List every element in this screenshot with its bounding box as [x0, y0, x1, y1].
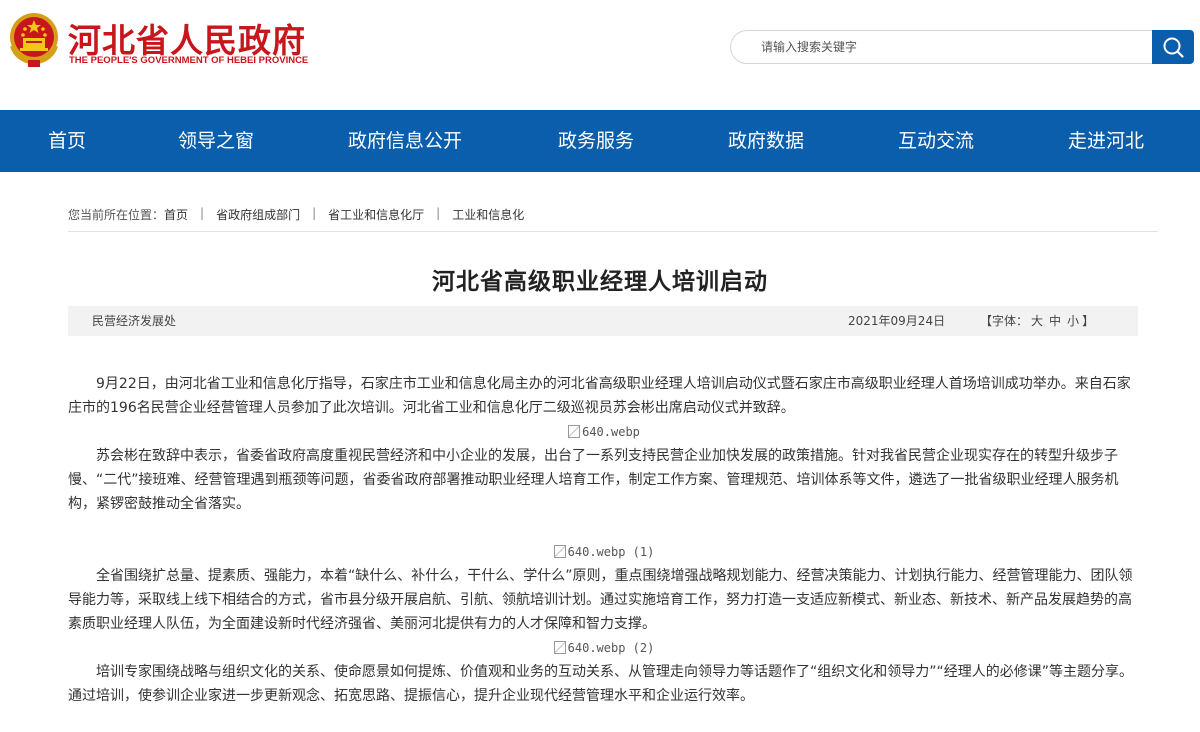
breadcrumb-industry-it[interactable]: 工业和信息化: [452, 206, 524, 223]
site-logo[interactable]: 河北省人民政府 THE PEOPLE'S GOVERNMENT OF HEBEI…: [6, 10, 308, 70]
article-source: 民营经济发展处: [92, 314, 177, 328]
article-paragraph: 全省围绕扩总量、提素质、强能力，本着“缺什么、补什么，干什么、学什么”原则，重点…: [68, 568, 1133, 632]
font-size-switcher: 【字体：大中小】: [980, 306, 1094, 336]
breadcrumb-departments[interactable]: 省政府组成部门: [216, 206, 300, 223]
image-alt-text: 640.webp (1): [567, 545, 655, 559]
article-paragraph: 培训专家围绕战略与组织文化的关系、使命愿景如何提炼、价值观和业务的互动关系、从管…: [68, 664, 1134, 704]
article-paragraph: 苏会彬在致辞中表示，省委省政府高度重视民营经济和中小企业的发展，出台了一系列支持…: [68, 448, 1119, 512]
image-alt-text: 640.webp: [582, 425, 640, 439]
breadcrumb-separator: |: [312, 206, 317, 220]
breadcrumb-home[interactable]: 首页: [164, 206, 188, 223]
broken-image-icon: [568, 425, 581, 438]
search-icon: [1163, 37, 1184, 58]
font-size-medium-button[interactable]: 中: [1049, 314, 1061, 328]
breadcrumb-separator: |: [436, 206, 441, 220]
search-bar: 请输入搜索关键字: [730, 30, 1194, 64]
font-size-prefix: 【字体：: [980, 314, 1029, 328]
nav-item-about-hebei[interactable]: 走进河北: [1068, 110, 1144, 172]
article-image: 640.webp (1): [68, 540, 1140, 564]
nav-item-leaders[interactable]: 领导之窗: [178, 110, 254, 172]
breadcrumb-prefix: 您当前所在位置：: [68, 208, 165, 222]
main-nav: 首页 领导之窗 政府信息公开 政务服务 政府数据 互动交流 走进河北: [0, 110, 1200, 172]
article-image: 640.webp (2): [68, 636, 1140, 660]
search-input[interactable]: 请输入搜索关键字: [730, 30, 1154, 64]
nav-item-gov-data[interactable]: 政府数据: [728, 110, 804, 172]
breadcrumb-miit-dept[interactable]: 省工业和信息化厅: [328, 206, 424, 223]
broken-image-icon: [553, 545, 566, 558]
article-title: 河北省高级职业经理人培训启动: [432, 268, 768, 295]
nav-item-interaction[interactable]: 互动交流: [898, 110, 974, 172]
nav-item-gov-services[interactable]: 政务服务: [558, 110, 634, 172]
search-button[interactable]: [1152, 30, 1194, 64]
broken-image-icon: [553, 641, 566, 654]
article-paragraph: 9月22日，由河北省工业和信息化厅指导，石家庄市工业和信息化局主办的河北省高级职…: [68, 376, 1131, 416]
site-header: 河北省人民政府 THE PEOPLE'S GOVERNMENT OF HEBEI…: [0, 0, 1200, 110]
image-alt-text: 640.webp (2): [567, 641, 655, 655]
breadcrumb-separator: |: [200, 206, 205, 220]
site-subtitle: THE PEOPLE'S GOVERNMENT OF HEBEI PROVINC…: [69, 55, 309, 66]
font-size-small-button[interactable]: 小: [1067, 314, 1079, 328]
article-info-bar: 民营经济发展处 2021年09月24日 【字体：大中小】: [68, 306, 1138, 336]
national-emblem-icon: [10, 13, 58, 67]
font-size-large-button[interactable]: 大: [1031, 314, 1043, 328]
font-size-suffix: 】: [1082, 314, 1095, 328]
article-date: 2021年09月24日: [848, 314, 946, 328]
nav-item-home[interactable]: 首页: [48, 110, 86, 172]
article-image: 640.webp: [68, 420, 1140, 444]
nav-item-gov-info[interactable]: 政府信息公开: [348, 110, 462, 172]
article-body: 9月22日，由河北省工业和信息化厅指导，石家庄市工业和信息化局主办的河北省高级职…: [68, 372, 1140, 708]
breadcrumb: 您当前所在位置：首页 | 省政府组成部门 | 省工业和信息化厅 | 工业和信息化: [68, 206, 1158, 232]
